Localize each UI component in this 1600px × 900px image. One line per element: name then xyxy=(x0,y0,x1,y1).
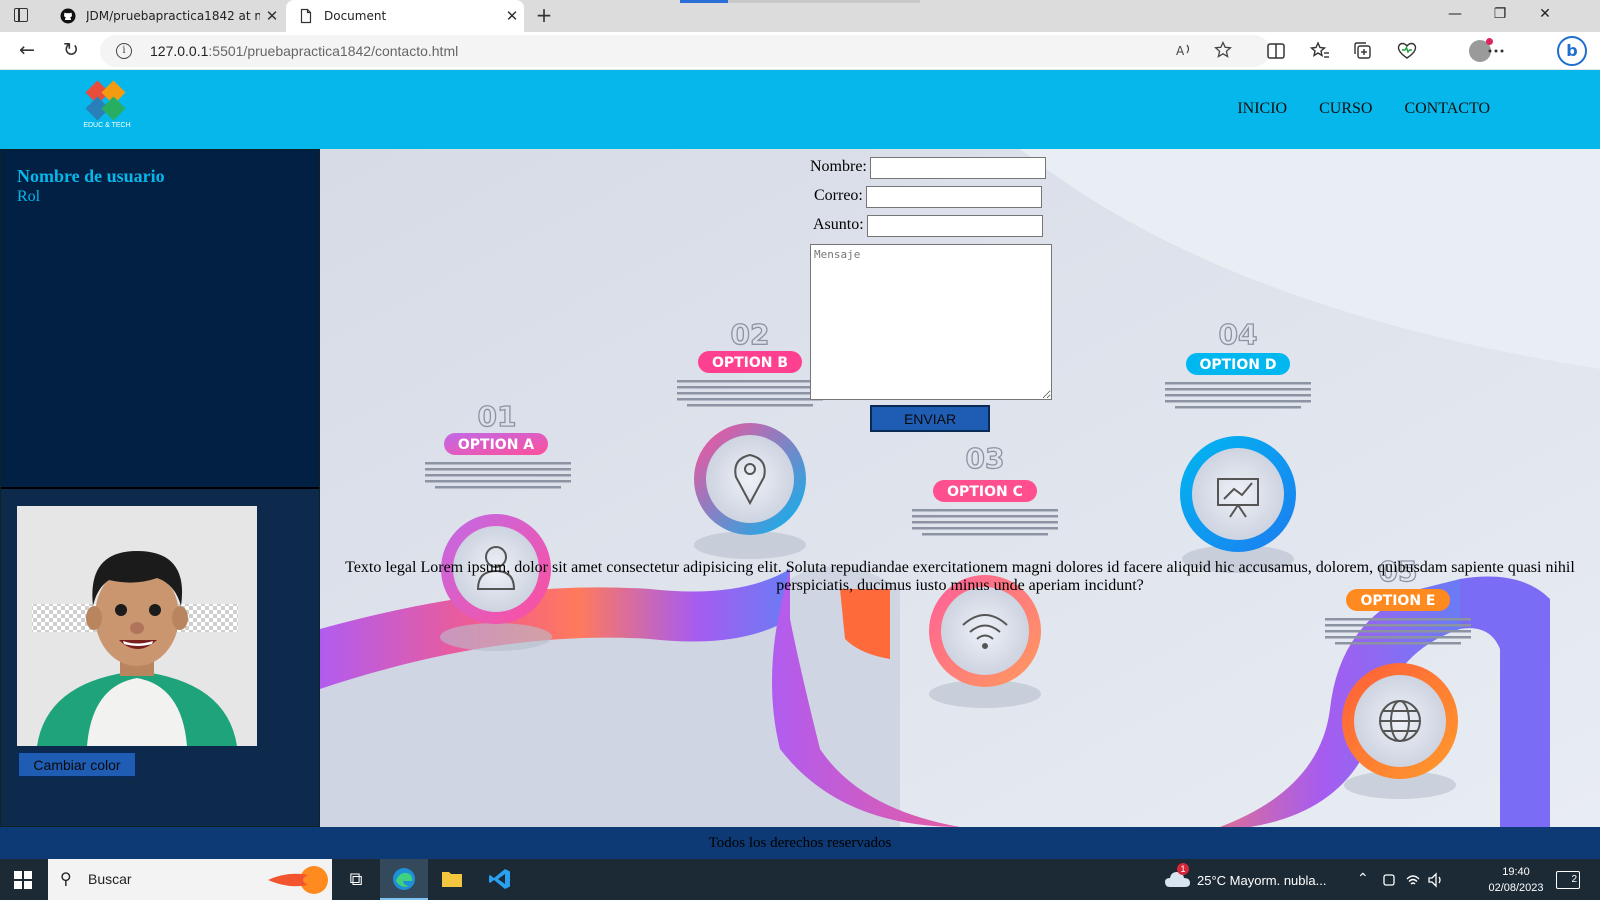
option-d-number: 04 xyxy=(1219,318,1258,351)
tab-title: JDM/pruebapractica1842 at mair xyxy=(86,9,260,23)
site-info-icon[interactable]: i xyxy=(116,43,132,59)
name-input[interactable] xyxy=(870,157,1046,179)
tab-strip-indicator xyxy=(680,0,920,3)
footer-text: Todos los derechos reservados xyxy=(708,835,892,851)
tab-github[interactable]: JDM/pruebapractica1842 at mair ✕ xyxy=(48,0,284,32)
weather-text[interactable]: 25°C Mayorm. nubla... xyxy=(1197,873,1326,888)
read-aloud-icon[interactable]: A xyxy=(1175,41,1193,59)
weather-badge: 1 xyxy=(1177,863,1189,875)
favorite-star-icon[interactable] xyxy=(1214,41,1232,59)
user-name: Nombre de usuario xyxy=(17,166,165,186)
site-logo[interactable]: EDUC & TECH xyxy=(83,80,131,132)
edge-browser-icon[interactable] xyxy=(380,859,428,900)
url-text[interactable]: 127.0.0.1:5501/pruebapractica1842/contac… xyxy=(150,43,458,59)
favorites-icon[interactable] xyxy=(1308,39,1332,63)
tab-document[interactable]: Document ✕ xyxy=(286,0,524,32)
collections-icon[interactable] xyxy=(1351,39,1375,63)
legal-text: Texto legal Lorem ipsum, dolor sit amet … xyxy=(345,559,1575,594)
more-options-icon[interactable] xyxy=(1484,39,1508,63)
volume-icon[interactable] xyxy=(1427,872,1445,888)
bing-copilot-icon[interactable]: b xyxy=(1557,36,1587,66)
url-path: :5501/pruebapractica1842/contacto.html xyxy=(208,43,459,59)
tab-title: Document xyxy=(324,9,387,23)
taskbar-clock[interactable]: 19:40 02/08/2023 xyxy=(1484,864,1548,896)
browser-tab-bar: JDM/pruebapractica1842 at mair ✕ Documen… xyxy=(0,0,1600,32)
email-input[interactable] xyxy=(866,186,1042,208)
reload-button[interactable]: ↻ xyxy=(58,39,84,63)
avatar-image xyxy=(17,506,257,746)
windows-start-icon[interactable] xyxy=(14,871,32,889)
windows-taskbar: ⚲ Buscar ⧉ 1 25°C Mayorm. nubla... ⌃ 19:… xyxy=(0,859,1600,900)
address-bar[interactable]: i 127.0.0.1:5501/pruebapractica1842/cont… xyxy=(100,35,1270,67)
send-button[interactable]: ENVIAR xyxy=(870,405,990,432)
back-button[interactable]: ← xyxy=(14,39,40,63)
user-role: Rol xyxy=(17,188,41,205)
close-window-button[interactable]: ✕ xyxy=(1530,6,1560,26)
file-explorer-icon[interactable] xyxy=(428,859,476,900)
option-b-label: OPTION B xyxy=(712,355,788,371)
taskbar-search-placeholder: Buscar xyxy=(88,871,132,887)
new-tab-button[interactable]: + xyxy=(532,4,556,28)
edge-logo xyxy=(393,868,415,890)
browser-essentials-icon[interactable] xyxy=(1395,39,1419,63)
svg-text:A: A xyxy=(1176,44,1185,58)
nav-inicio[interactable]: INICIO xyxy=(1237,100,1287,118)
clock-time: 19:40 xyxy=(1502,866,1530,878)
option-e-label: OPTION E xyxy=(1361,593,1436,609)
split-screen-icon[interactable] xyxy=(1264,39,1288,63)
user-panel: Nombre de usuario Rol xyxy=(1,150,319,489)
subject-input[interactable] xyxy=(867,215,1043,237)
meet-now-icon[interactable] xyxy=(1381,872,1397,888)
name-row: Nombre: xyxy=(810,157,1060,186)
taskbar-search[interactable]: ⚲ Buscar xyxy=(48,859,332,900)
message-textarea[interactable] xyxy=(810,244,1052,400)
option-b-number: 02 xyxy=(731,318,770,351)
notifications-icon[interactable]: 2 xyxy=(1556,871,1580,889)
option-c-number: 03 xyxy=(966,442,1005,475)
clock-date: 02/08/2023 xyxy=(1488,882,1544,894)
option-c-label: OPTION C xyxy=(947,484,1023,500)
site-header: EDUC & TECH INICIO CURSO CONTACTO xyxy=(0,70,1600,149)
search-highlight-icon xyxy=(268,866,328,894)
folder-icon xyxy=(442,872,462,887)
option-d-label: OPTION D xyxy=(1199,357,1276,373)
change-color-button[interactable]: Cambiar color xyxy=(17,751,137,778)
browser-toolbar: ← ↻ i 127.0.0.1:5501/pruebapractica1842/… xyxy=(0,32,1600,70)
vscode-logo xyxy=(489,869,510,889)
option-a-number: 01 xyxy=(478,400,517,433)
nav-contacto[interactable]: CONTACTO xyxy=(1404,100,1490,118)
main-nav: INICIO CURSO CONTACTO xyxy=(1237,100,1490,118)
main-content: 01 OPTION A 02 OPTION B 03 OPTION C 04 O… xyxy=(320,149,1600,827)
cartoon-avatar-illustration xyxy=(32,551,238,746)
name-label: Nombre: xyxy=(810,158,867,175)
wifi-tray-icon[interactable] xyxy=(1405,872,1421,888)
vscode-icon[interactable] xyxy=(476,859,524,900)
logo-shape-green xyxy=(101,96,126,121)
subject-row: Asunto: xyxy=(810,215,1060,244)
email-row: Correo: xyxy=(810,186,1060,215)
search-icon: ⚲ xyxy=(60,869,72,888)
contact-form: Nombre: Correo: Asunto: ENVIAR xyxy=(810,157,1060,432)
sidebar: Nombre de usuario Rol Cambiar color xyxy=(0,149,320,827)
task-view-icon[interactable]: ⧉ xyxy=(332,859,380,900)
tab-close-icon[interactable]: ✕ xyxy=(500,7,524,25)
document-icon xyxy=(300,8,312,24)
site-footer: Todos los derechos reservados xyxy=(0,827,1600,859)
minimize-button[interactable]: — xyxy=(1440,6,1470,26)
subject-label: Asunto: xyxy=(813,216,864,233)
logo-text: EDUC & TECH xyxy=(83,122,131,129)
email-label: Correo: xyxy=(814,187,863,204)
nav-curso[interactable]: CURSO xyxy=(1319,100,1372,118)
option-a-label: OPTION A xyxy=(458,437,534,453)
maximize-button[interactable]: ❐ xyxy=(1485,6,1515,26)
tray-chevron-icon[interactable]: ⌃ xyxy=(1357,870,1369,887)
tab-close-icon[interactable]: ✕ xyxy=(260,7,284,25)
tab-actions-icon[interactable] xyxy=(14,8,28,22)
github-icon xyxy=(60,8,76,24)
url-host: 127.0.0.1 xyxy=(150,43,209,59)
